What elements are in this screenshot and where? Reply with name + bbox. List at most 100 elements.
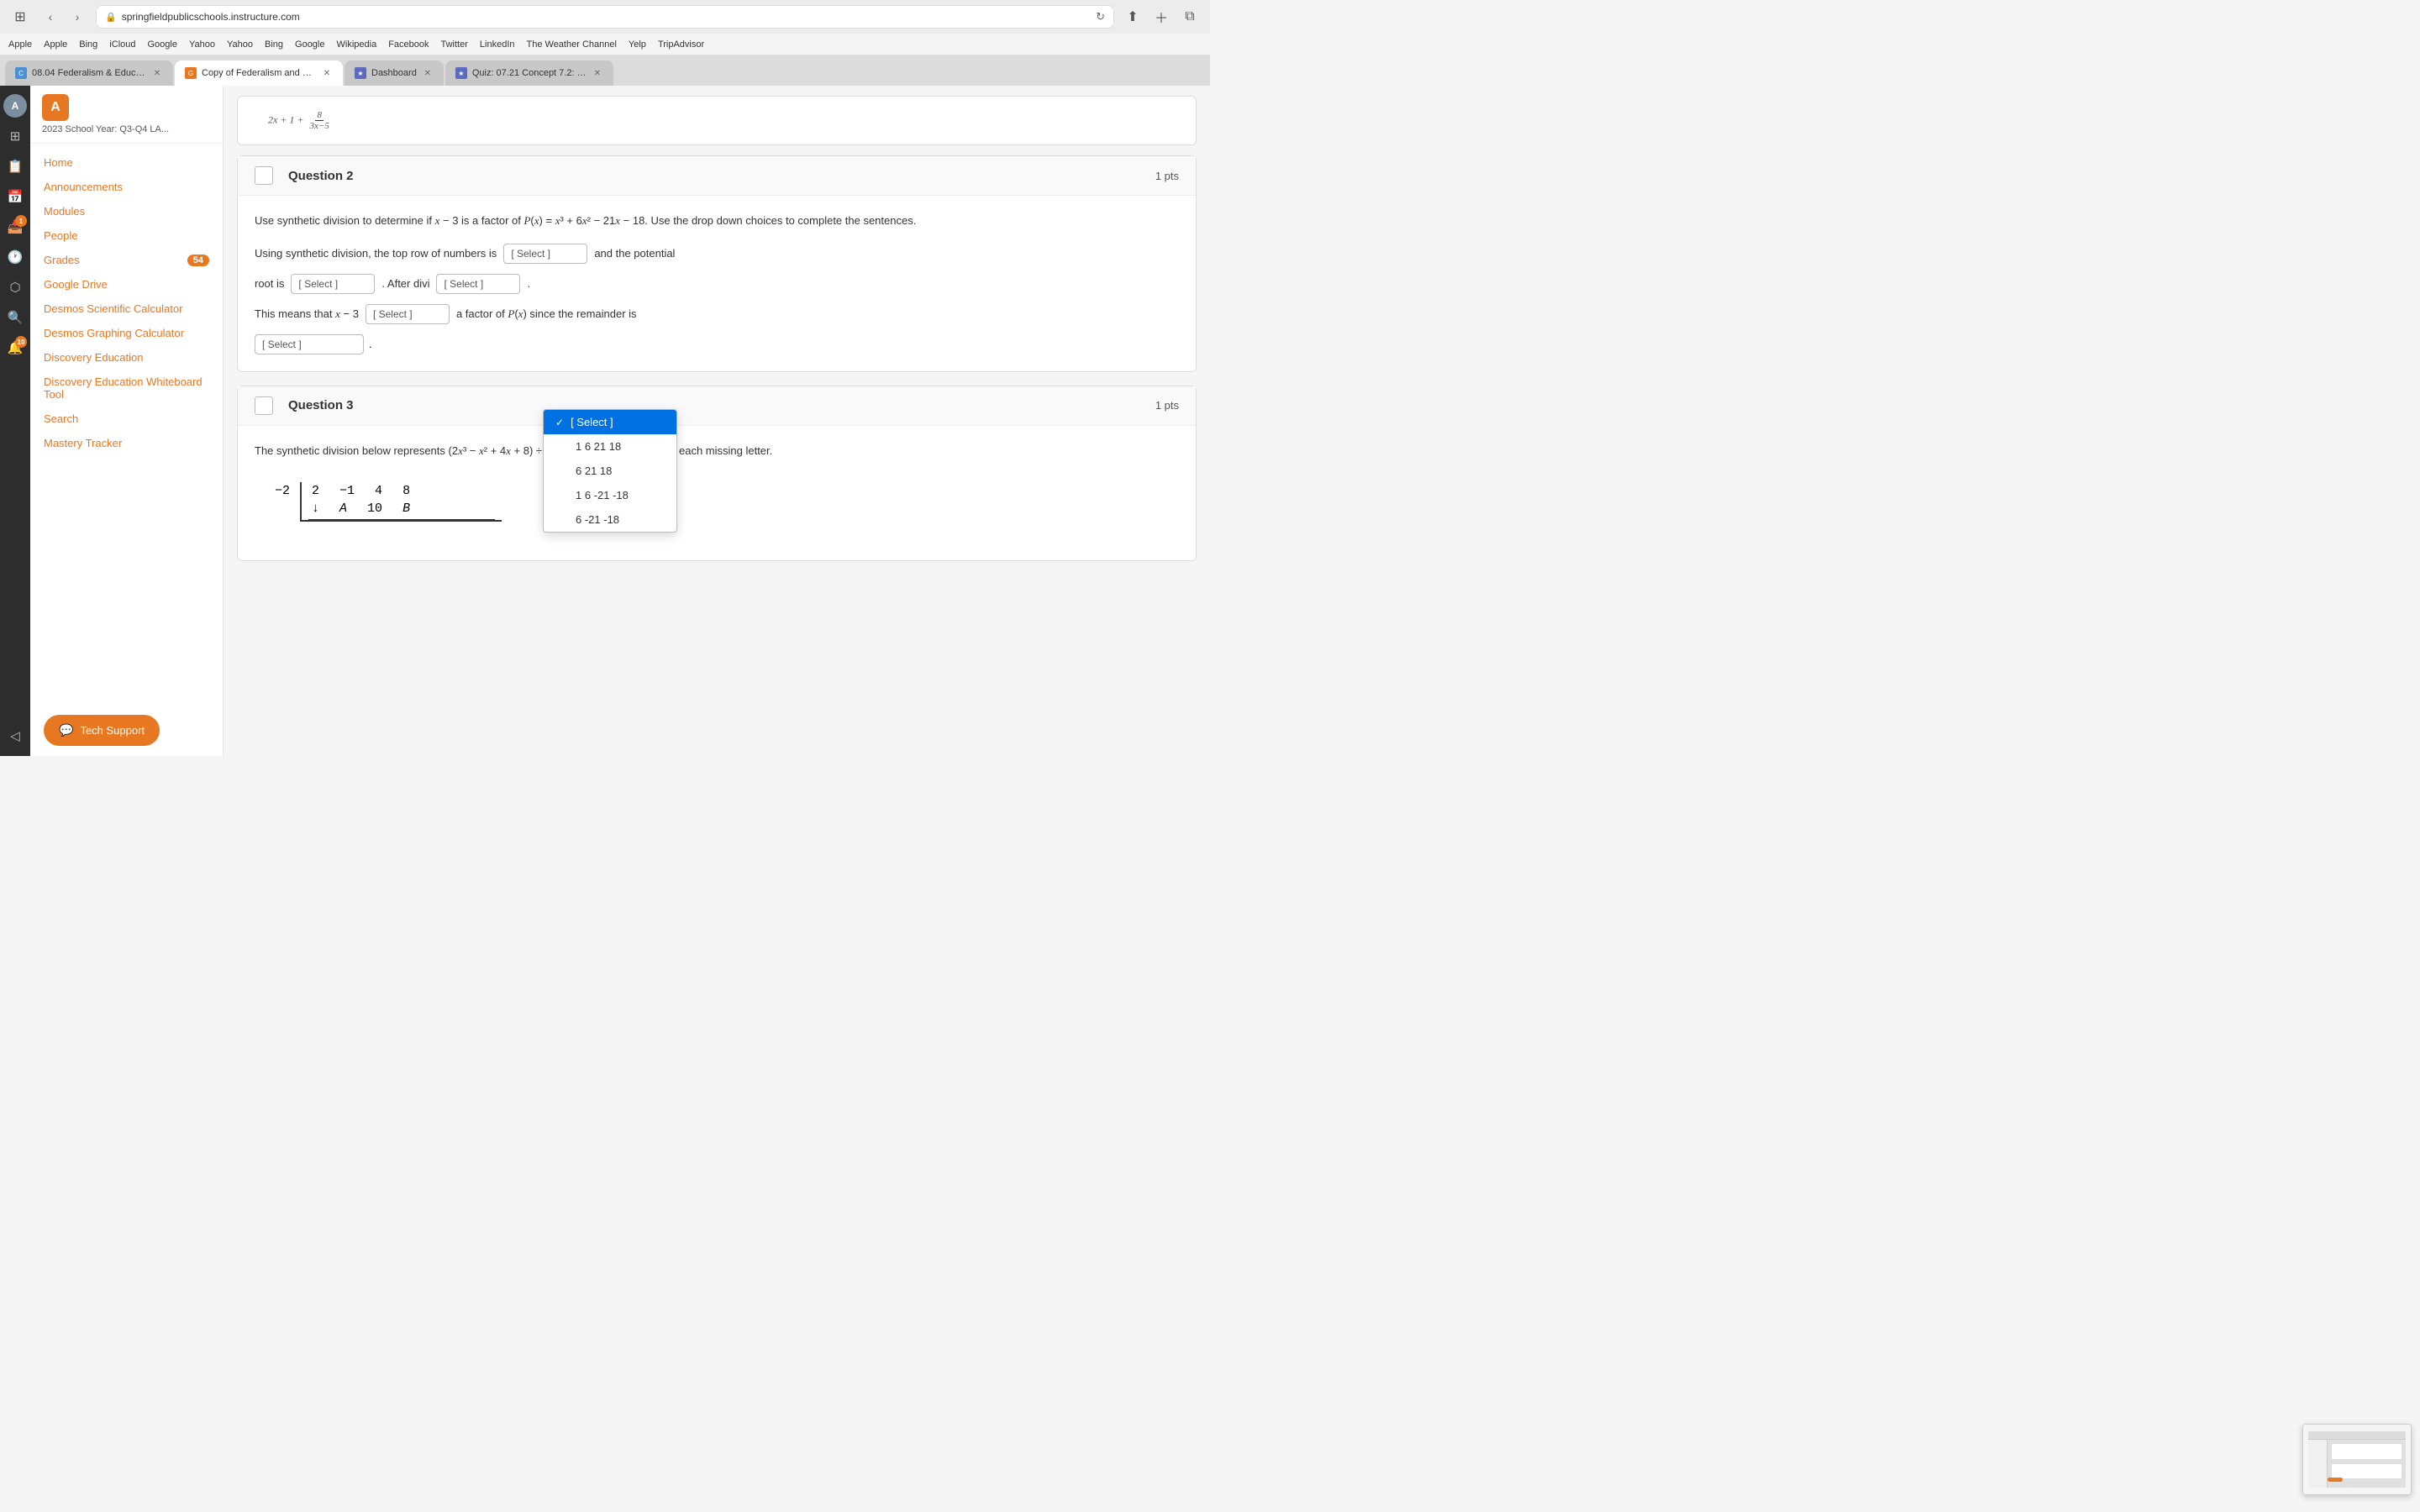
rail-courses[interactable]: 📋 — [2, 153, 29, 180]
forward-button[interactable]: › — [66, 5, 89, 29]
tab-venn[interactable]: G Copy of Federalism and Education Venn … — [175, 60, 343, 86]
bookmark-bing1[interactable]: Bing — [79, 39, 97, 50]
means-select[interactable]: [ Select ] — [366, 304, 450, 324]
dropdown-item-4[interactable]: 6 -21 -18 — [544, 507, 676, 532]
bookmark-yahoo1[interactable]: Yahoo — [189, 39, 215, 50]
question-2-header: Question 2 1 pts — [238, 156, 1196, 196]
bookmark-weather[interactable]: The Weather Channel — [527, 39, 617, 50]
question-2-checkbox[interactable] — [255, 166, 273, 185]
sidebar-item-discovery-edu[interactable]: Discovery Education — [30, 345, 223, 370]
bookmark-google2[interactable]: Google — [295, 39, 324, 50]
rail-dashboard[interactable]: ⊞ — [2, 123, 29, 150]
sidebar-item-google-drive[interactable]: Google Drive — [30, 272, 223, 297]
sidebar-item-desmos-sci[interactable]: Desmos Scientific Calculator — [30, 297, 223, 321]
bookmark-apple1[interactable]: Apple — [8, 39, 32, 50]
new-tab-button[interactable]: ＋ — [1150, 5, 1173, 29]
dropdown-item-2[interactable]: 6 21 18 — [544, 459, 676, 483]
rail-history[interactable]: 🕐 — [2, 244, 29, 270]
dashboard-icon: ⊞ — [10, 129, 21, 144]
tab-close-2[interactable]: ✕ — [321, 67, 333, 79]
rail-search[interactable]: 🔍 — [2, 304, 29, 331]
sidebar-item-search[interactable]: Search — [30, 407, 223, 431]
tabs-bar: C 08.04 Federalism & Education ✕ G Copy … — [0, 55, 1210, 86]
after-select[interactable]: [ Select ] — [436, 274, 520, 294]
rail-menu[interactable]: A — [2, 92, 29, 119]
check-icon: ✓ — [555, 417, 564, 428]
sidebar-item-home[interactable]: Home — [30, 150, 223, 175]
coeff-4: 8 — [402, 484, 410, 498]
thumb-body — [2308, 1440, 2405, 1487]
sidebar-item-desmos-graph[interactable]: Desmos Graphing Calculator — [30, 321, 223, 345]
row2-suffix: . — [527, 277, 530, 290]
tech-support-button[interactable]: 💬 Tech Support — [44, 715, 160, 746]
reload-icon[interactable]: ↻ — [1096, 10, 1105, 24]
dropdown-item-1[interactable]: 1 6 21 18 — [544, 434, 676, 459]
sidebar-item-announcements[interactable]: Announcements — [30, 175, 223, 199]
address-bar[interactable]: 🔒 springfieldpublicschools.instructure.c… — [96, 5, 1114, 29]
bookmark-wikipedia[interactable]: Wikipedia — [337, 39, 377, 50]
tab-dashboard[interactable]: ★ Dashboard ✕ — [345, 60, 444, 86]
question-3-body: The synthetic division below represents … — [238, 426, 1196, 560]
dropdown-item-select[interactable]: ✓ [ Select ] — [544, 410, 676, 434]
sidebar-item-modules[interactable]: Modules — [30, 199, 223, 223]
school-name: 2023 School Year: Q3-Q4 LA... — [42, 124, 211, 134]
bookmark-google1[interactable]: Google — [148, 39, 177, 50]
back-button[interactable]: ‹ — [39, 5, 62, 29]
sidebar-nav: Home Announcements Modules People Grades… — [30, 144, 223, 705]
sidebar-item-grades[interactable]: Grades 54 — [30, 248, 223, 272]
thumb-header — [2308, 1431, 2405, 1440]
sidebar-item-discovery-whiteboard[interactable]: Discovery Education Whiteboard Tool — [30, 370, 223, 407]
sidebar-item-people[interactable]: People — [30, 223, 223, 248]
bookmark-icloud[interactable]: iCloud — [109, 39, 135, 50]
bookmark-yahoo2[interactable]: Yahoo — [227, 39, 253, 50]
prev-question-partial: 2x + 1 + 8 3x−5 — [237, 96, 1197, 145]
bookmark-facebook[interactable]: Facebook — [388, 39, 429, 50]
share-button[interactable]: ⬆ — [1121, 5, 1144, 29]
question-3-text: The synthetic division below represents … — [255, 443, 1179, 460]
rail-commons[interactable]: ⬡ — [2, 274, 29, 301]
root-select[interactable]: [ Select ] — [291, 274, 375, 294]
bookmark-bing2[interactable]: Bing — [265, 39, 283, 50]
sidebar-school: A 2023 School Year: Q3-Q4 LA... — [30, 86, 223, 144]
row-select[interactable]: [ Select ] 1 6 21 18 6 21 18 1 6 -21 -18… — [503, 244, 587, 264]
divisor-col: −2 x x — [271, 482, 293, 535]
tab-close-4[interactable]: ✕ — [592, 67, 603, 79]
sidebar-toggle[interactable]: ⊞ — [8, 5, 32, 29]
calendar-icon: 📅 — [8, 189, 24, 204]
row3-mid: a factor of P(x) since the remainder is — [456, 307, 637, 321]
means-select-wrapper: [ Select ] — [366, 304, 450, 324]
question-2-row3: This means that x − 3 [ Select ] a facto… — [255, 304, 1179, 324]
rail-calendar[interactable]: 📅 — [2, 183, 29, 210]
bookmark-linkedin[interactable]: LinkedIn — [480, 39, 515, 50]
bookmark-yelp[interactable]: Yelp — [629, 39, 646, 50]
coeff-2: −1 — [339, 484, 355, 498]
notifications-badge: 10 — [15, 336, 27, 348]
remainder-select-wrapper: [ Select ] — [255, 334, 364, 354]
rail-inbox[interactable]: 📥 1 — [2, 213, 29, 240]
bookmark-twitter[interactable]: Twitter — [441, 39, 468, 50]
bookmarks-bar: Apple Apple Bing iCloud Google Yahoo Yah… — [0, 34, 1210, 55]
courses-icon: 📋 — [8, 159, 24, 174]
bookmark-apple2[interactable]: Apple — [44, 39, 67, 50]
question-3-checkbox[interactable] — [255, 396, 273, 415]
question-3-card: Question 3 1 pts The synthetic division … — [237, 386, 1197, 561]
question-3-header: Question 3 1 pts — [238, 386, 1196, 426]
avatar: A — [3, 94, 27, 118]
row1-suffix: and the potential — [594, 247, 675, 260]
arrow-row: ↓ A 10 B — [308, 500, 495, 520]
coeff-row: 2 −1 4 8 — [308, 482, 495, 500]
bookmark-tripadvisor[interactable]: TripAdvisor — [658, 39, 704, 50]
tab-federalism[interactable]: C 08.04 Federalism & Education ✕ — [5, 60, 173, 86]
sidebar-item-mastery-tracker[interactable]: Mastery Tracker — [30, 431, 223, 455]
letter-b: B — [402, 501, 410, 516]
tab-close-3[interactable]: ✕ — [422, 67, 434, 79]
tab-close-1[interactable]: ✕ — [151, 67, 163, 79]
rail-notifications[interactable]: 🔔 10 — [2, 334, 29, 361]
dropdown-item-3[interactable]: 1 6 -21 -18 — [544, 483, 676, 507]
rail-settings[interactable]: ◁ — [2, 722, 29, 749]
tabs-overview-button[interactable]: ⧉ — [1178, 5, 1202, 29]
dropdown-label-4: 6 -21 -18 — [576, 513, 619, 526]
remainder-select[interactable]: [ Select ] — [255, 334, 364, 354]
tab-quiz[interactable]: ★ Quiz: 07.21 Concept 7.2: Let's Practic… — [445, 60, 613, 86]
root-select-wrapper: [ Select ] — [291, 274, 375, 294]
